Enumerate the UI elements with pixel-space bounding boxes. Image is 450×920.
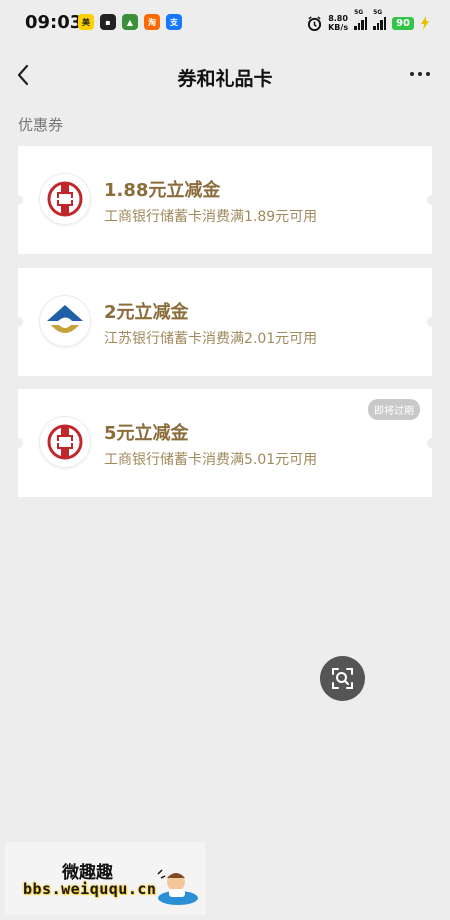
alipay-icon: 支 bbox=[166, 14, 182, 30]
card-notch bbox=[13, 438, 23, 448]
page-title: 券和礼品卡 bbox=[177, 68, 273, 90]
site-watermark: 微趣趣 bbs.weiququ.cn bbox=[5, 842, 206, 915]
nav-header: 券和礼品卡 bbox=[0, 52, 450, 98]
coupon-description: 江苏银行储蓄卡消费满2.01元可用 bbox=[104, 331, 318, 347]
signal-1-label: 5G bbox=[354, 9, 364, 16]
coupon-card[interactable]: 即将过期 5元立减金 工商银行储蓄卡消费满5.01元可用 bbox=[13, 389, 437, 497]
status-bar: 09:03 美 ▪ ▲ 淘 支 8.80 KB/s 5G 5G 90 bbox=[0, 0, 450, 46]
alarm-icon bbox=[308, 15, 322, 31]
card-notch bbox=[427, 195, 437, 205]
coupon-description: 工商银行储蓄卡消费满5.01元可用 bbox=[104, 452, 318, 468]
game-app-icon: ▲ bbox=[122, 14, 138, 30]
net-speed-value: 8.80 bbox=[328, 14, 348, 23]
icbc-logo bbox=[40, 174, 90, 224]
card-notch bbox=[427, 317, 437, 327]
scan-button[interactable] bbox=[320, 656, 365, 701]
meituan-icon: 美 bbox=[78, 14, 94, 30]
dark-app-icon: ▪ bbox=[100, 14, 116, 30]
net-speed-unit: KB/s bbox=[328, 23, 349, 32]
signal-1-icon: 5G bbox=[354, 9, 368, 30]
coupon-card[interactable]: 1.88元立减金 工商银行储蓄卡消费满1.89元可用 bbox=[13, 146, 437, 254]
battery-indicator: 90 bbox=[392, 16, 414, 30]
signal-2-icon: 5G bbox=[373, 9, 387, 30]
more-options-icon[interactable] bbox=[410, 72, 430, 76]
coupon-card[interactable]: 2元立减金 江苏银行储蓄卡消费满2.01元可用 bbox=[13, 268, 437, 376]
coupon-title: 5元立减金 bbox=[104, 423, 189, 444]
charging-icon bbox=[421, 16, 429, 30]
card-notch bbox=[13, 195, 23, 205]
coupon-title: 2元立减金 bbox=[104, 302, 189, 323]
coupon-title: 1.88元立减金 bbox=[104, 180, 221, 201]
card-notch bbox=[427, 438, 437, 448]
section-label: 优惠券 bbox=[18, 116, 64, 134]
watermark-url: bbs.weiququ.cn bbox=[23, 880, 157, 898]
status-indicators: 8.80 KB/s 5G 5G 90 bbox=[307, 9, 430, 34]
status-time: 09:03 bbox=[25, 12, 83, 33]
icbc-logo bbox=[40, 417, 90, 467]
card-notch bbox=[13, 317, 23, 327]
net-speed: 8.80 KB/s bbox=[328, 14, 348, 32]
expiring-soon-badge: 即将过期 bbox=[368, 399, 420, 420]
signal-2-label: 5G bbox=[373, 9, 383, 16]
scan-icon bbox=[332, 668, 353, 689]
jiangsu-bank-logo bbox=[40, 296, 90, 346]
coupon-description: 工商银行储蓄卡消费满1.89元可用 bbox=[104, 209, 318, 225]
taobao-icon: 淘 bbox=[144, 14, 160, 30]
notification-app-icons: 美 ▪ ▲ 淘 支 bbox=[78, 14, 182, 30]
mascot-icon bbox=[157, 869, 198, 905]
